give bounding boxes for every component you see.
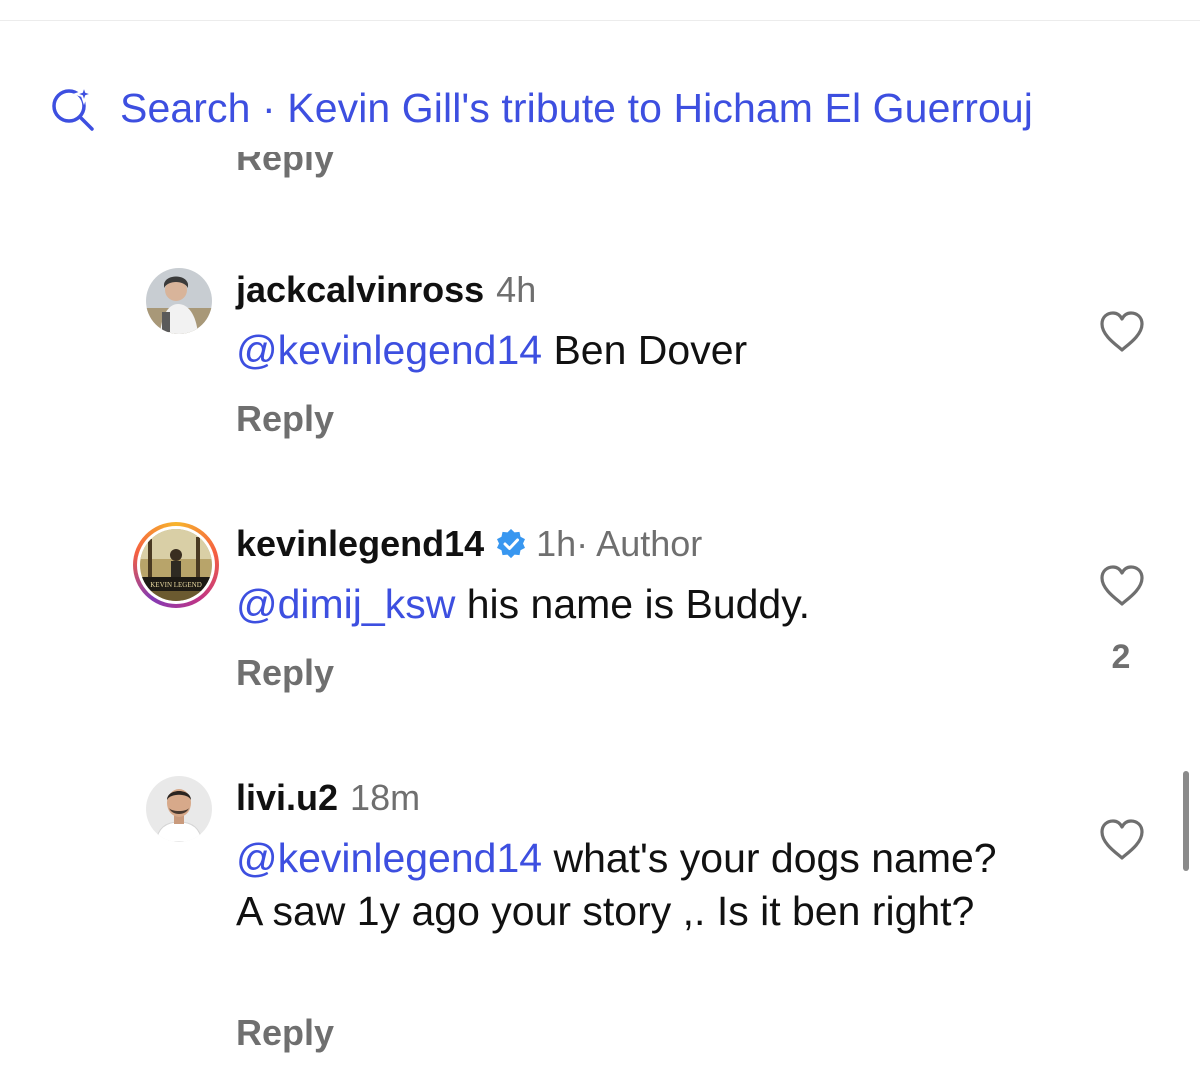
heart-outline-icon[interactable]	[1098, 310, 1146, 354]
scrollbar-thumb[interactable]	[1183, 771, 1189, 871]
username-link[interactable]: kevinlegend14	[236, 522, 484, 566]
reply-button[interactable]: Reply	[236, 1012, 334, 1054]
comment-meta: kevinlegend14 1h · Author	[236, 522, 702, 566]
avatar: KEVIN LEGEND	[140, 529, 212, 601]
reply-button[interactable]: Reply	[236, 398, 334, 440]
avatar-story-ring[interactable]: KEVIN LEGEND	[133, 522, 219, 608]
author-tag: · Author	[576, 523, 703, 564]
partial-reply-button[interactable]: Reply	[236, 152, 334, 184]
comment-body: his name is Buddy.	[455, 581, 811, 627]
search-sparkle-icon	[48, 83, 98, 133]
comment-timestamp: 1h	[536, 523, 577, 564]
comment-meta: livi.u2 18m	[236, 776, 420, 820]
avatar[interactable]	[146, 268, 212, 334]
username-link[interactable]: livi.u2	[236, 776, 338, 820]
top-divider	[0, 20, 1200, 21]
comment-text: @dimij_ksw his name is Buddy.	[236, 578, 1036, 631]
comment-timestamp: 4h	[496, 269, 537, 310]
reply-button[interactable]: Reply	[236, 652, 334, 694]
comment-meta: jackcalvinross 4h	[236, 268, 536, 312]
comment-text: @kevinlegend14 Ben Dover	[236, 324, 1036, 377]
like-count: 2	[1111, 638, 1131, 676]
avatar[interactable]	[146, 776, 212, 842]
mention-link[interactable]: @kevinlegend14	[236, 835, 542, 881]
heart-outline-icon[interactable]	[1098, 564, 1146, 608]
search-suggestion-link[interactable]: Search · Kevin Gill's tribute to Hicham …	[48, 78, 1033, 138]
search-suggestion-text: Search · Kevin Gill's tribute to Hicham …	[120, 84, 1033, 131]
comment-timestamp: 18m	[350, 777, 421, 818]
svg-text:KEVIN LEGEND: KEVIN LEGEND	[150, 581, 202, 589]
username-link[interactable]: jackcalvinross	[236, 268, 484, 312]
heart-outline-icon[interactable]	[1098, 818, 1146, 862]
comment-text: @kevinlegend14 what's your dogs name? A …	[236, 832, 1026, 938]
verified-badge-icon	[496, 529, 526, 559]
comment-body: Ben Dover	[542, 327, 748, 373]
mention-link[interactable]: @kevinlegend14	[236, 327, 542, 373]
mention-link[interactable]: @dimij_ksw	[236, 581, 455, 627]
